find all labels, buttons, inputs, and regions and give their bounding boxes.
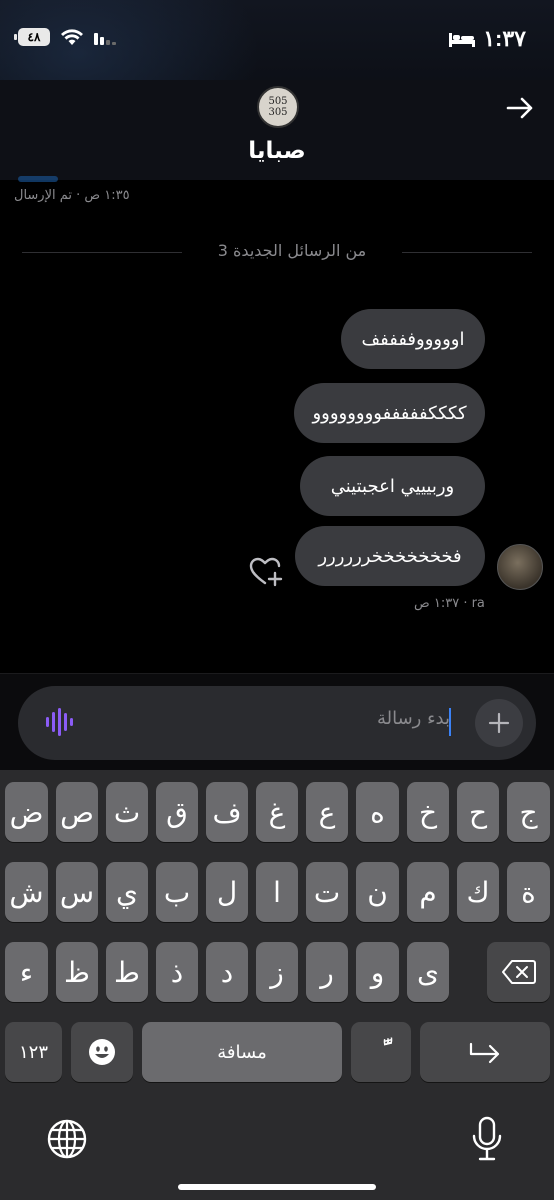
- new-messages-label: 3 من الرسائل الجديدة: [217, 241, 367, 260]
- key-zay[interactable]: ز: [256, 942, 298, 1002]
- key-ra[interactable]: ر: [306, 942, 348, 1002]
- key-waw[interactable]: و: [356, 942, 399, 1002]
- key-dhal[interactable]: ذ: [156, 942, 198, 1002]
- key-kaf[interactable]: ك: [457, 862, 499, 922]
- clock-text: ١:٣٧: [483, 26, 526, 51]
- home-indicator: [178, 1184, 376, 1190]
- key-ba[interactable]: ب: [156, 862, 198, 922]
- space-key[interactable]: مسافة: [142, 1022, 342, 1082]
- emoji-icon: [89, 1039, 115, 1065]
- key-lam[interactable]: ل: [206, 862, 248, 922]
- key-hha[interactable]: ح: [457, 782, 499, 842]
- key-alif[interactable]: ا: [256, 862, 298, 922]
- key-tha[interactable]: ث: [106, 782, 148, 842]
- message-bubble[interactable]: ككككفففففوووووووو: [294, 383, 485, 443]
- key-kha[interactable]: خ: [407, 782, 449, 842]
- microphone-icon[interactable]: [470, 1116, 504, 1162]
- battery-level: ٤٨: [27, 30, 41, 44]
- message-input[interactable]: [18, 686, 536, 760]
- message-bubble[interactable]: فخخخخخخخرررررر: [295, 526, 485, 586]
- return-key[interactable]: [420, 1022, 550, 1082]
- backspace-key[interactable]: [487, 942, 550, 1002]
- key-qaf[interactable]: ق: [156, 782, 198, 842]
- key-jim[interactable]: ج: [507, 782, 550, 842]
- backspace-icon: [501, 960, 536, 984]
- plus-icon: [488, 712, 510, 734]
- key-alif-maqsura[interactable]: ى: [407, 942, 449, 1002]
- conversation-title[interactable]: صبايا: [0, 138, 554, 164]
- key-tta[interactable]: ط: [106, 942, 148, 1002]
- key-nun[interactable]: ن: [356, 862, 399, 922]
- key-mim[interactable]: م: [407, 862, 449, 922]
- divider-line-right: [402, 252, 532, 253]
- key-ha[interactable]: ه: [356, 782, 399, 842]
- key-fa[interactable]: ف: [206, 782, 248, 842]
- text-caret: [449, 708, 451, 736]
- return-icon: [469, 1042, 500, 1064]
- diacritic-key[interactable]: ًّ: [351, 1022, 411, 1082]
- wifi-icon: [61, 29, 83, 45]
- battery-icon: ٤٨: [14, 28, 50, 46]
- key-ta-marbuta[interactable]: ة: [507, 862, 550, 922]
- globe-icon[interactable]: [46, 1118, 88, 1160]
- emoji-key[interactable]: [71, 1022, 133, 1082]
- key-dha[interactable]: ظ: [56, 942, 98, 1002]
- message-placeholder: بدء رسالة: [376, 708, 450, 729]
- attach-button[interactable]: [475, 699, 523, 747]
- key-ya[interactable]: ي: [106, 862, 148, 922]
- key-hamza[interactable]: ء: [5, 942, 48, 1002]
- key-ghain[interactable]: غ: [256, 782, 298, 842]
- avatar-text: 505 305: [268, 96, 288, 118]
- voice-message-icon[interactable]: [46, 708, 76, 736]
- new-messages-divider: 3 من الرسائل الجديدة: [22, 240, 532, 264]
- key-sad[interactable]: ص: [56, 782, 98, 842]
- key-dad[interactable]: ض: [5, 782, 48, 842]
- status-time: ١:٣٧: [449, 26, 526, 52]
- key-ta[interactable]: ت: [306, 862, 348, 922]
- sent-status: ١:٣٥ ص · تم الإرسال: [14, 188, 130, 203]
- status-indicators: ٤٨: [14, 28, 116, 46]
- key-dal[interactable]: د: [206, 942, 248, 1002]
- partial-bubble: [18, 176, 58, 182]
- sleep-mode-icon: [449, 33, 476, 47]
- cellular-signal-icon: [94, 33, 116, 45]
- sender-avatar[interactable]: [497, 544, 543, 590]
- back-arrow-icon[interactable]: [504, 92, 536, 124]
- divider-line-left: [22, 252, 182, 253]
- group-avatar[interactable]: 505 305: [257, 86, 299, 128]
- message-timestamp: ١:٣٧ ص · ra: [414, 596, 485, 611]
- heart-add-reaction-icon[interactable]: [249, 557, 283, 587]
- key-ain[interactable]: ع: [306, 782, 348, 842]
- key-shin[interactable]: ش: [5, 862, 48, 922]
- key-sin[interactable]: س: [56, 862, 98, 922]
- message-bubble[interactable]: وربيييي اعجبتيني: [300, 456, 485, 516]
- numbers-key[interactable]: ١٢٣: [5, 1022, 62, 1082]
- message-bubble[interactable]: اوووووففففف: [341, 309, 485, 369]
